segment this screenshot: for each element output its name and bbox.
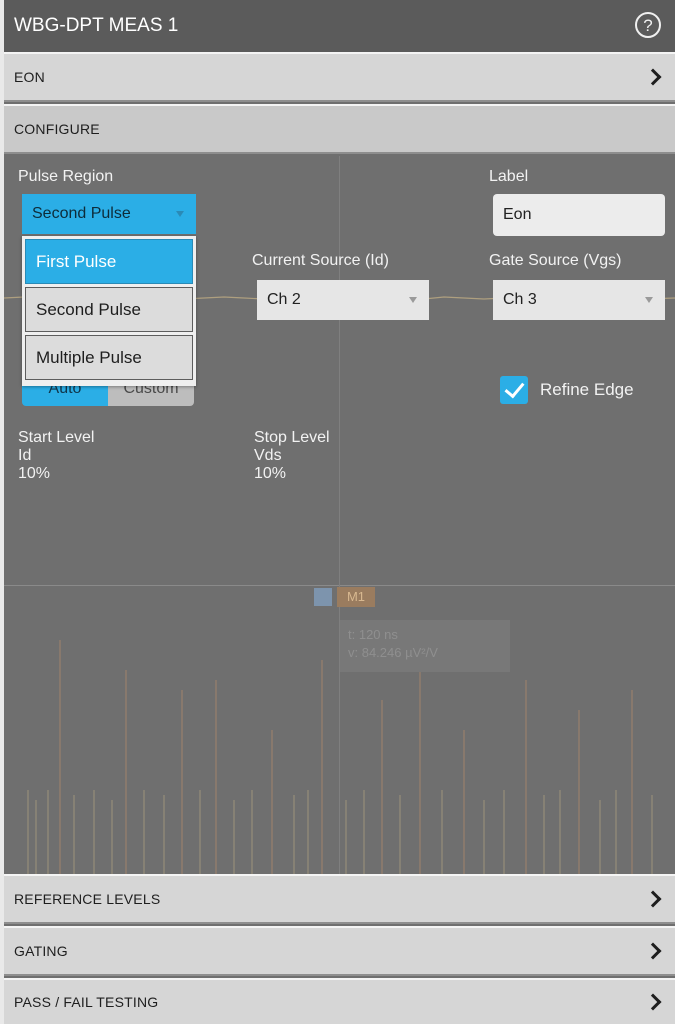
refine-edge-label: Refine Edge	[540, 380, 634, 399]
dropdown-option-multiple-pulse[interactable]: Multiple Pulse	[25, 335, 193, 380]
label-input-value: Eon	[503, 206, 532, 223]
stop-level-value: 10%	[254, 465, 287, 482]
dropdown-option-first-pulse[interactable]: First Pulse	[25, 239, 193, 284]
label-field-label: Label	[489, 168, 529, 185]
label-input[interactable]: Eon	[493, 194, 665, 236]
current-source-value: Ch 2	[267, 291, 301, 308]
section-configure-label: CONFIGURE	[14, 121, 100, 137]
refine-edge-checkbox[interactable]	[500, 376, 528, 404]
section-pass-fail[interactable]: PASS / FAIL TESTING	[4, 978, 675, 1024]
chevron-right-icon	[644, 942, 662, 960]
stop-level-source: Vds	[254, 447, 282, 464]
pulse-region-label: Pulse Region	[18, 168, 114, 185]
section-configure[interactable]: CONFIGURE	[4, 104, 675, 154]
cursor-readout: t: 120 ns v: 84.246 µV²/V	[340, 620, 510, 672]
section-reference-levels[interactable]: REFERENCE LEVELS	[4, 874, 675, 924]
marker-handle	[314, 588, 332, 606]
dropdown-arrow-icon	[409, 297, 417, 303]
chevron-right-icon	[644, 68, 662, 86]
current-source-label: Current Source (Id)	[252, 252, 389, 269]
marker-badge: M1	[337, 587, 375, 607]
title-bar: WBG-DPT MEAS 1 ?	[4, 0, 675, 52]
dropdown-arrow-icon	[176, 211, 184, 217]
pulse-region-value: Second Pulse	[32, 205, 131, 222]
waveform-spikes	[27, 640, 653, 876]
readout-value: v: 84.246 µV²/V	[348, 645, 438, 660]
gate-source-select[interactable]: Ch 3	[493, 280, 665, 320]
readout-time: t: 120 ns	[348, 627, 398, 642]
section-eon[interactable]: EON	[4, 52, 675, 102]
pulse-region-select[interactable]: Second Pulse	[22, 194, 196, 234]
window-title: WBG-DPT MEAS 1	[14, 15, 179, 36]
pulse-region-dropdown: First Pulse Second Pulse Multiple Pulse	[22, 236, 196, 386]
chevron-right-icon	[644, 993, 662, 1011]
dropdown-option-second-pulse[interactable]: Second Pulse	[25, 287, 193, 332]
section-pass-fail-label: PASS / FAIL TESTING	[14, 994, 159, 1010]
dropdown-arrow-icon	[645, 297, 653, 303]
chevron-right-icon	[644, 890, 662, 908]
checkmark-icon	[504, 377, 525, 399]
start-level-value: 10%	[18, 465, 51, 482]
help-icon[interactable]: ?	[635, 12, 661, 38]
section-reference-levels-label: REFERENCE LEVELS	[14, 891, 161, 907]
start-level-title: Start Level	[18, 429, 95, 446]
meas-config-panel: M1 t: 120 ns v: 84.246 µV²/V WBG-DPT MEA…	[4, 0, 675, 1024]
current-source-select[interactable]: Ch 2	[257, 280, 429, 320]
start-level-block: Start Level Id 10%	[18, 429, 94, 483]
section-gating[interactable]: GATING	[4, 926, 675, 976]
section-eon-label: EON	[14, 69, 45, 85]
gate-source-label: Gate Source (Vgs)	[489, 252, 622, 269]
stop-level-title: Stop Level	[254, 429, 330, 446]
start-level-source: Id	[18, 447, 32, 464]
gate-source-value: Ch 3	[503, 291, 537, 308]
stop-level-block: Stop Level Vds 10%	[254, 429, 330, 483]
section-gating-label: GATING	[14, 943, 68, 959]
